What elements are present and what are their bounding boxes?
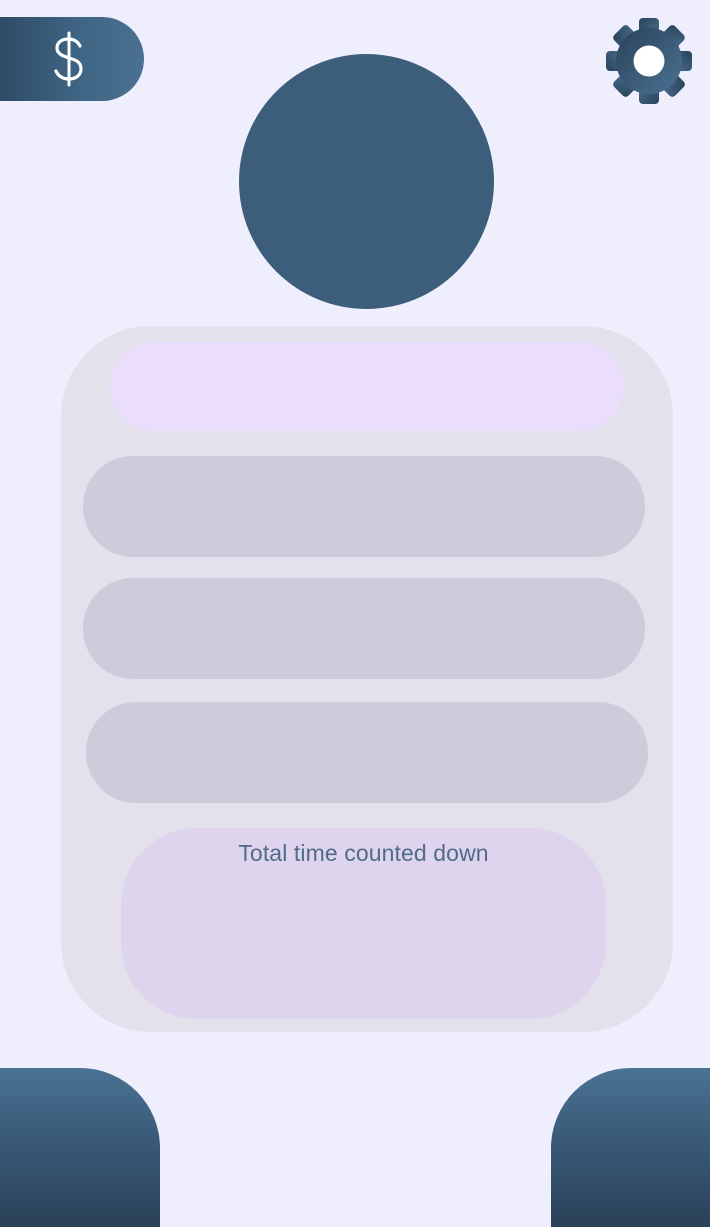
shop-button[interactable]	[0, 17, 144, 101]
avatar[interactable]	[239, 54, 494, 309]
timer-slot-3[interactable]	[86, 702, 648, 803]
dollar-icon	[54, 31, 83, 87]
bottom-left-button[interactable]	[0, 1068, 160, 1227]
bottom-right-button[interactable]	[551, 1068, 710, 1227]
timer-slot-1[interactable]	[83, 456, 645, 557]
name-field[interactable]	[110, 342, 624, 431]
total-time-box: Total time counted down	[121, 828, 606, 1019]
settings-button[interactable]	[604, 16, 694, 106]
gear-icon	[606, 18, 692, 104]
total-time-label: Total time counted down	[238, 840, 489, 866]
timer-slot-2[interactable]	[83, 578, 645, 679]
